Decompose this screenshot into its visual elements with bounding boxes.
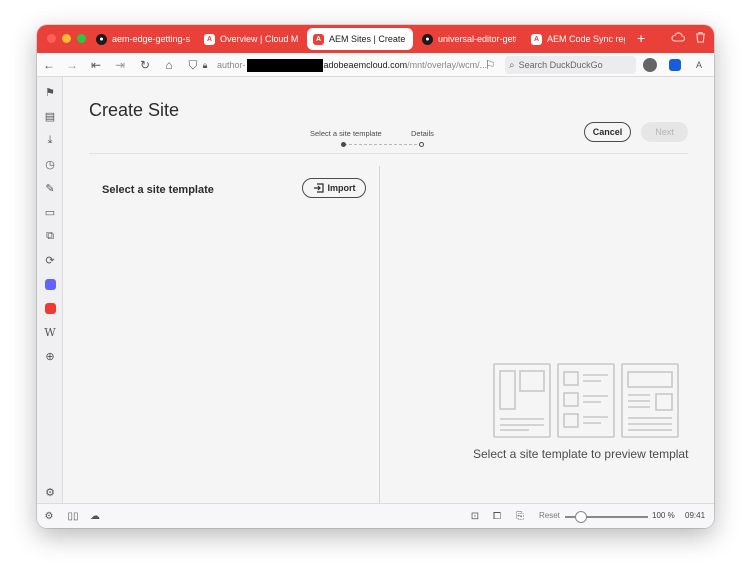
- tab-label: AEM Sites | Create Site: [329, 34, 407, 44]
- page-actions-icon[interactable]: ⎘: [513, 509, 527, 523]
- cancel-button[interactable]: Cancel: [584, 122, 631, 142]
- reading-list-icon[interactable]: ▤: [43, 109, 57, 123]
- step-connector: [344, 144, 422, 145]
- window-controls: [47, 34, 86, 43]
- maximize-window-button[interactable]: [77, 34, 86, 43]
- home-icon[interactable]: ⌂: [161, 57, 177, 73]
- import-label: Import: [327, 183, 356, 193]
- bookmark-icon[interactable]: ⚐: [482, 57, 498, 73]
- sync-icon[interactable]: ⟳: [43, 253, 57, 267]
- fast-forward-icon[interactable]: ⇥: [112, 57, 128, 73]
- next-button[interactable]: Next: [641, 122, 688, 142]
- rewind-icon[interactable]: ⇤: [88, 57, 104, 73]
- zoom-slider-handle[interactable]: [575, 511, 587, 523]
- tab-cloud-manager[interactable]: A Overview | Cloud Manag: [198, 28, 304, 50]
- tab-label: universal-editor-getting: [438, 34, 516, 44]
- window-panel-icon[interactable]: ▭: [43, 205, 57, 219]
- template-list-title: Select a site template: [102, 184, 214, 196]
- zoom-reset-button[interactable]: Reset: [539, 511, 560, 520]
- search-field[interactable]: ⌕ Search DuckDuckGo: [505, 56, 636, 74]
- clock: 09:41: [685, 511, 706, 520]
- profile-icon[interactable]: [642, 57, 658, 73]
- tab-label: AEM Code Sync registra: [547, 34, 625, 44]
- tiling-icon[interactable]: ⧠: [490, 509, 504, 523]
- preview-empty-message: Select a site template to preview templa…: [473, 447, 689, 461]
- tab-label: Overview | Cloud Manag: [220, 34, 298, 44]
- back-icon[interactable]: ←: [41, 57, 57, 73]
- import-icon: [313, 183, 324, 193]
- header-divider: [89, 153, 688, 154]
- shield-icon[interactable]: ⛉: [185, 57, 201, 73]
- bitwarden-icon[interactable]: [667, 57, 683, 73]
- vivaldi-icon[interactable]: [43, 301, 57, 315]
- github-icon: ●: [96, 33, 107, 45]
- step-label-template: Select a site template: [310, 129, 382, 138]
- step-indicator-active: [341, 142, 346, 147]
- reload-icon[interactable]: ↻: [137, 57, 153, 73]
- translate-panel-icon[interactable]: ⧉: [43, 229, 57, 243]
- page-content: Create Site Select a site template Detai…: [63, 77, 714, 503]
- new-tab-icon[interactable]: +: [637, 30, 645, 46]
- tab-aem-edge[interactable]: ● aem-edge-getting-start: [90, 28, 196, 50]
- screenshot-icon[interactable]: ⊡: [468, 509, 482, 523]
- url-prefix: author-: [217, 60, 246, 70]
- search-icon: ⌕: [509, 59, 515, 71]
- import-button[interactable]: Import: [302, 178, 366, 198]
- bookmarks-icon[interactable]: ⚑: [43, 85, 57, 99]
- page-title: Create Site: [89, 100, 180, 120]
- trash-icon[interactable]: [695, 31, 706, 43]
- adobe-icon: A: [313, 33, 324, 45]
- panel-toggle-icon[interactable]: ▯▯: [66, 509, 80, 523]
- cloud-icon[interactable]: [671, 31, 685, 43]
- tab-aem-code-sync[interactable]: A AEM Code Sync registra: [525, 28, 631, 50]
- close-window-button[interactable]: [47, 34, 56, 43]
- status-bar: ⚙ ▯▯ ☁ ⊡ ⧠ ⎘ Reset 100 % 09:41: [37, 503, 714, 528]
- lock-icon: 🔒︎: [202, 59, 208, 70]
- tab-universal-editor[interactable]: ● universal-editor-getting: [416, 28, 522, 50]
- notes-icon[interactable]: ✎: [43, 181, 57, 195]
- url-field[interactable]: author- adobeaemcloud.com /mnt/overlay/w…: [217, 56, 493, 74]
- wikipedia-icon[interactable]: W: [43, 325, 57, 339]
- translate-icon[interactable]: A: [691, 57, 707, 73]
- add-panel-icon[interactable]: ⊕: [43, 349, 57, 363]
- adobe-icon: A: [204, 33, 215, 45]
- step-indicator-inactive: [419, 142, 424, 147]
- search-placeholder: Search DuckDuckGo: [518, 60, 603, 70]
- downloads-icon[interactable]: ⤓: [43, 133, 57, 147]
- tab-label: aem-edge-getting-start: [112, 34, 190, 44]
- adobe-icon: A: [531, 33, 542, 45]
- history-icon[interactable]: ◷: [43, 157, 57, 171]
- browser-sidebar: ⚑ ▤ ⤓ ◷ ✎ ▭ ⧉ ⟳ W ⊕ ⚙: [37, 77, 63, 503]
- minimize-window-button[interactable]: [62, 34, 71, 43]
- tab-aem-sites[interactable]: A AEM Sites | Create Site: [307, 28, 413, 50]
- navigation-bar: ← → ⇤ ⇥ ↻ ⌂ ⛉ 🔒︎ author- adobeaemcloud.c…: [37, 53, 714, 77]
- zoom-level: 100 %: [652, 511, 675, 520]
- template-placeholder-illustration: [493, 363, 679, 438]
- url-domain: adobeaemcloud.com: [323, 60, 408, 70]
- tab-bar-tools: [671, 31, 706, 43]
- forward-icon[interactable]: →: [64, 57, 80, 73]
- github-icon: ●: [422, 33, 433, 45]
- mastodon-icon[interactable]: [43, 277, 57, 291]
- tab-bar: ● aem-edge-getting-start A Overview | Cl…: [37, 25, 714, 53]
- panel-divider: [379, 166, 380, 503]
- settings-gear-icon[interactable]: ⚙: [42, 509, 56, 523]
- step-label-details: Details: [411, 129, 434, 138]
- url-path: /mnt/overlay/wcm/...: [407, 60, 488, 70]
- settings-icon[interactable]: ⚙: [43, 485, 57, 499]
- cloud-sync-icon[interactable]: ☁: [88, 509, 102, 523]
- redacted-block: [246, 58, 323, 72]
- browser-window: ● aem-edge-getting-start A Overview | Cl…: [37, 25, 714, 528]
